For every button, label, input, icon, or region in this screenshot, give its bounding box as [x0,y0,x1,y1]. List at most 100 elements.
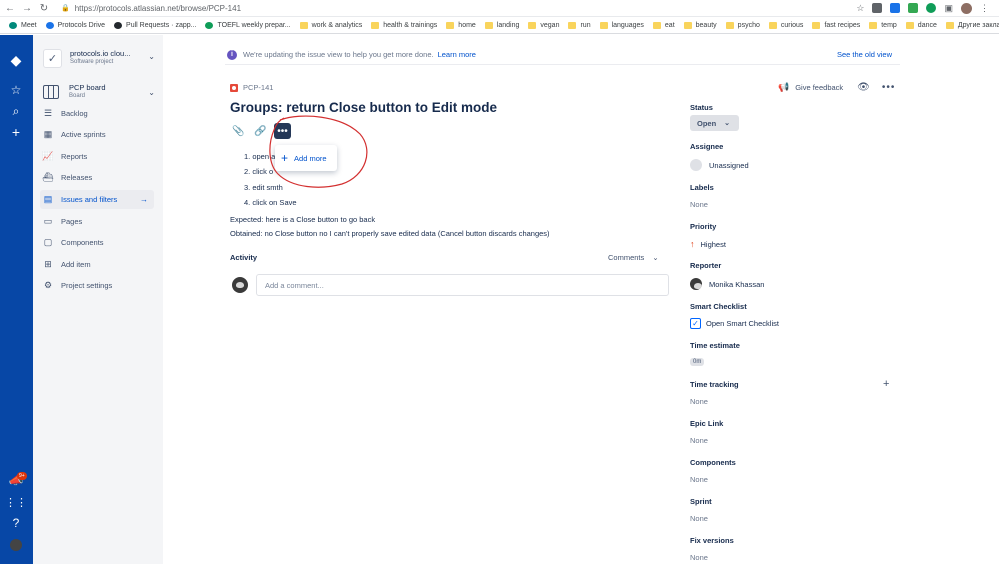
folder-icon [812,21,821,29]
puzzle-icon[interactable]: ▣ [944,3,953,14]
epic-link-label: Epic Link [690,419,724,428]
bookmark-label: curious [780,21,804,29]
bookmark-item[interactable]: curious [768,21,804,29]
folder-icon [768,21,777,29]
priority-field[interactable]: ↑ Highest [690,239,726,249]
profile-avatar[interactable] [961,2,972,14]
time-estimate-value[interactable]: 0m [690,358,705,366]
sheets-icon [205,21,214,29]
bookmark-item[interactable]: run [568,21,591,29]
issue-breadcrumb[interactable]: PCP-141 [230,83,273,92]
bookmark-item[interactable]: TOEFL weekly prepar... [205,21,291,29]
add-item-icon: ⊞ [44,259,52,269]
add-more-dropdown[interactable]: + Add more [275,145,337,171]
megaphone-icon[interactable]: 📢 [778,82,789,93]
see-old-view-link[interactable]: See the old view [837,50,892,59]
star-icon[interactable]: ☆ [8,82,24,98]
bookmark-item[interactable]: languages [599,21,644,29]
bookmark-item[interactable]: Protocols Drive [45,21,105,29]
link-icon[interactable]: 🔗 [252,123,269,139]
extension-icon[interactable] [908,3,919,13]
bookmark-label: work & analytics [311,21,363,29]
watch-eye-icon[interactable]: 👁 [857,82,870,93]
bookmark-item[interactable]: beauty [683,21,717,29]
user-avatar[interactable] [8,537,24,553]
project-header[interactable]: ✓ protocols.io clou... Software project … [43,47,155,69]
update-notice: i We're updating the issue view to help … [225,45,900,65]
info-icon: i [227,49,237,60]
epic-link-value[interactable]: None [690,436,708,445]
status-button[interactable]: Open ⌄ [690,115,739,131]
menu-icon[interactable]: ⋮ [980,3,989,14]
forward-icon[interactable]: → [20,1,34,15]
reporter-field[interactable]: Monika Khassan [690,278,764,290]
sidebar-item-components[interactable]: ▢ Components [40,233,154,252]
bookmark-item[interactable]: home [446,21,476,29]
bookmark-item[interactable]: Pull Requests · zapp... [114,21,197,29]
add-more-label: Add more [294,153,327,163]
bookmark-item[interactable]: Другие закладки [945,21,999,29]
attachment-icon[interactable]: 📎 [230,123,247,139]
bookmark-label: landing [496,21,520,29]
reload-icon[interactable]: ↻ [37,1,51,15]
learn-more-link[interactable]: Learn more [438,50,476,59]
search-icon[interactable]: ⌕ [8,103,24,119]
assignee-field[interactable]: Unassigned [690,159,749,171]
comment-input[interactable]: Add a comment... [256,274,669,296]
folder-icon [905,21,914,29]
board-selector[interactable]: PCP board Board ⌄ [43,83,155,101]
components-value[interactable]: None [690,475,708,484]
board-icon [43,85,59,99]
bookmark-item[interactable]: dance [905,21,937,29]
bookmark-item[interactable]: fast recipes [812,21,860,29]
time-tracking-value[interactable]: None [690,397,708,406]
give-feedback-button[interactable]: Give feedback [795,83,843,92]
sidebar-item-reports[interactable]: 📈 Reports [40,147,154,166]
issue-summary[interactable]: Groups: return Close button to Edit mode [230,100,497,115]
sidebar-item-label: Active sprints [61,130,106,139]
drive-icon [45,21,54,29]
sidebar-item-active-sprints[interactable]: ▦ Active sprints [40,125,154,144]
bookmark-label: Pull Requests · zapp... [126,21,197,29]
grammarly-icon[interactable] [926,3,937,13]
assignee-label: Assignee [690,142,724,151]
sidebar-item-releases[interactable]: ⛴ Releases [40,168,154,187]
reporter-value: Monika Khassan [709,279,765,289]
bookmark-item[interactable]: health & trainings [371,21,437,29]
sidebar-item-pages[interactable]: ▭ Pages [40,212,154,231]
extension-icon[interactable] [890,3,901,13]
more-icon[interactable]: ••• [274,123,291,139]
chevron-down-icon: ⌄ [148,88,155,97]
url-field[interactable]: 🔒 https://protocols.atlassian.net/browse… [61,2,241,15]
sidebar-item-issues-and-filters[interactable]: ▤ Issues and filters → [40,190,154,209]
bookmark-item[interactable]: vegan [528,21,559,29]
star-icon[interactable]: ☆ [856,3,864,14]
sidebar-item-add-item[interactable]: ⊞ Add item [40,255,154,274]
sprint-value[interactable]: None [690,514,708,523]
issues-icon: ▤ [43,194,53,204]
bookmark-item[interactable]: temp [869,21,897,29]
create-icon[interactable]: + [8,124,24,140]
help-icon[interactable]: ? [8,515,24,531]
extension-icon[interactable] [872,3,883,13]
add-time-icon[interactable]: + [883,378,889,390]
labels-value[interactable]: None [690,200,708,209]
step-text: edit smth [252,182,283,192]
sidebar-item-project-settings[interactable]: ⚙ Project settings [40,276,154,295]
sidebar-item-backlog[interactable]: ☰ Backlog [40,104,154,123]
jira-logo-icon[interactable]: ◆ [8,52,24,68]
bookmark-item[interactable]: landing [484,21,520,29]
app-switcher-icon[interactable]: ⋮⋮ [5,494,27,510]
smart-checklist-field[interactable]: ✓ Open Smart Checklist [690,318,779,329]
folder-icon [945,21,954,29]
fix-versions-value[interactable]: None [690,553,708,562]
back-icon[interactable]: ← [3,1,17,15]
more-actions-icon[interactable]: ••• [882,82,896,93]
bug-icon [230,83,238,92]
bookmark-item[interactable]: work & analytics [299,21,363,29]
bookmark-item[interactable]: Meet [9,21,37,29]
bookmark-item[interactable]: eat [652,21,675,29]
comments-sort-select[interactable]: Comments ⌄ [608,253,659,262]
bookmark-item[interactable]: psycho [725,21,760,29]
issue-key[interactable]: PCP-141 [243,83,273,92]
